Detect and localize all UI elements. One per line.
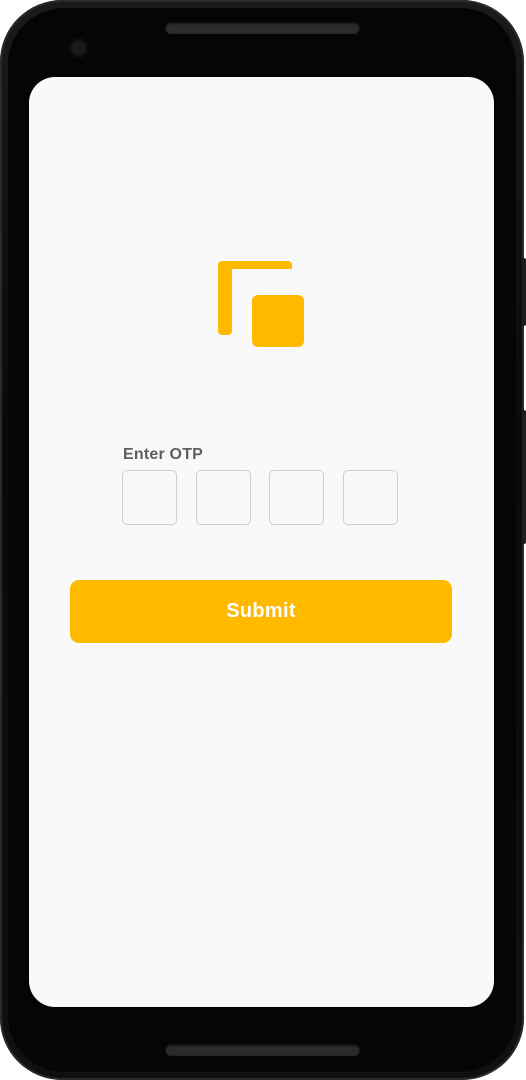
top-speaker-grille [165,22,360,34]
app-screen: Enter OTP Submit [29,77,494,1007]
front-camera [69,38,89,58]
yellow-layered-squares-logo-icon [218,261,304,347]
otp-digit-2-input[interactable] [196,470,251,525]
otp-digit-1-input[interactable] [122,470,177,525]
submit-button[interactable]: Submit [70,580,452,643]
power-button [522,258,526,326]
otp-digit-4-input[interactable] [343,470,398,525]
otp-label: Enter OTP [123,446,204,463]
phone-frame: Enter OTP Submit [0,0,526,1080]
otp-digit-3-input[interactable] [269,470,324,525]
volume-button [522,410,526,544]
bottom-speaker-grille [165,1044,360,1056]
